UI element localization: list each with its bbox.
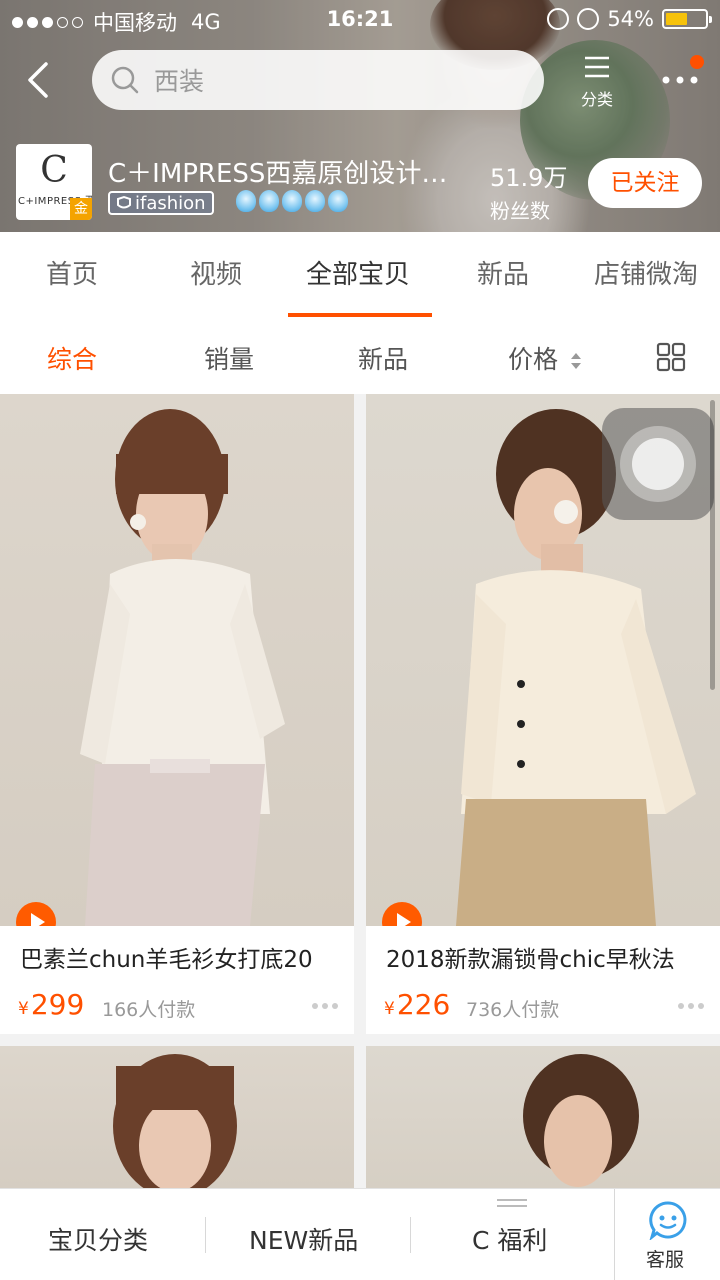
search-icon [111, 66, 139, 94]
customer-service-label[interactable]: 客服 [646, 1245, 684, 1272]
product-sales-count: 166人付款 [102, 999, 196, 1021]
crown-icon [305, 190, 325, 212]
customer-service-icon[interactable] [648, 1200, 688, 1242]
seller-rating-crowns [236, 190, 348, 212]
notification-dot [690, 55, 704, 69]
crown-icon [236, 190, 256, 212]
sort-new[interactable]: 新品 [358, 340, 408, 376]
search-input[interactable]: 西装 [92, 50, 544, 110]
product-sales-count: 736人付款 [466, 999, 560, 1021]
sort-sales[interactable]: 销量 [204, 340, 254, 376]
gold-seller-badge: 金 [70, 198, 92, 220]
product-image[interactable] [366, 1046, 720, 1188]
sort-comprehensive[interactable]: 综合 [47, 340, 97, 376]
follow-button[interactable]: 已关注 [588, 158, 702, 208]
scrollbar[interactable] [710, 400, 715, 690]
fans-count: 51.9万 [490, 164, 568, 192]
menu-icon [585, 56, 609, 78]
product-more-icon[interactable] [312, 1003, 338, 1009]
tab-home[interactable]: 首页 [46, 254, 98, 291]
sort-arrows-icon [570, 353, 581, 369]
battery-percent: 54% [607, 7, 654, 31]
product-card[interactable] [366, 1046, 720, 1188]
category-menu-button[interactable]: 分类 [572, 54, 622, 110]
active-tab-indicator [288, 313, 432, 317]
ifashion-badge: ifashion [108, 191, 214, 215]
shop-tabs: 首页 视频 全部宝贝 新品 店铺微淘 [0, 232, 720, 318]
fans-stat: 51.9万 粉丝数 [490, 158, 567, 224]
shop-name[interactable]: C＋IMPRESS西嘉原创设计… [108, 153, 478, 190]
shop-logo[interactable]: C C+IMPRESS 西嘉 金 [16, 144, 92, 220]
product-card[interactable]: 巴素兰chun羊毛衫女打底20 ¥299 166人付款 [0, 394, 354, 1034]
alarm-icon [577, 8, 600, 30]
product-image[interactable] [0, 1046, 354, 1188]
battery-icon [662, 9, 712, 29]
search-placeholder: 西装 [154, 67, 205, 96]
product-title[interactable]: 巴素兰chun羊毛衫女打底20 [20, 940, 340, 974]
assistive-touch-button[interactable] [602, 408, 714, 520]
sort-price[interactable]: 价格 [508, 340, 582, 376]
crown-icon [328, 190, 348, 212]
drag-handle[interactable] [497, 1199, 527, 1211]
ifashion-icon [117, 195, 131, 209]
sort-bar: 综合 销量 新品 价格 [0, 318, 720, 394]
crown-icon [259, 190, 279, 212]
tab-all-items[interactable]: 全部宝贝 [306, 254, 410, 291]
chevron-left-icon [28, 62, 48, 98]
tab-video[interactable]: 视频 [190, 254, 242, 291]
tab-shop-feed[interactable]: 店铺微淘 [594, 254, 698, 291]
product-price: ¥226 [384, 988, 451, 1021]
category-menu-label: 分类 [580, 90, 613, 109]
grid-view-icon [656, 342, 686, 372]
crown-icon [282, 190, 302, 212]
bottom-item-new[interactable]: NEW新品 [249, 1221, 358, 1257]
shop-bottom-bar: 宝贝分类 NEW新品 C 福利 [0, 1188, 720, 1280]
back-button[interactable] [18, 58, 62, 102]
shop-header-banner: 中国移动 4G 16:21 54% 西装 分类 C C+IMPRESS 金 C＋… [0, 0, 720, 232]
product-more-icon[interactable] [678, 1003, 704, 1009]
fans-label: 粉丝数 [490, 199, 550, 223]
layout-toggle-button[interactable] [656, 342, 686, 372]
bottom-item-benefits[interactable]: C 福利 [472, 1221, 547, 1257]
product-price: ¥299 [18, 988, 85, 1021]
status-bar: 中国移动 4G 16:21 54% [0, 0, 720, 40]
product-image[interactable] [0, 394, 354, 926]
product-title[interactable]: 2018新款漏锁骨chic早秋法 [386, 940, 706, 974]
rotation-lock-icon [547, 8, 570, 30]
tab-new-items[interactable]: 新品 [477, 254, 529, 291]
bottom-item-categories[interactable]: 宝贝分类 [48, 1221, 148, 1257]
product-card[interactable] [0, 1046, 354, 1188]
